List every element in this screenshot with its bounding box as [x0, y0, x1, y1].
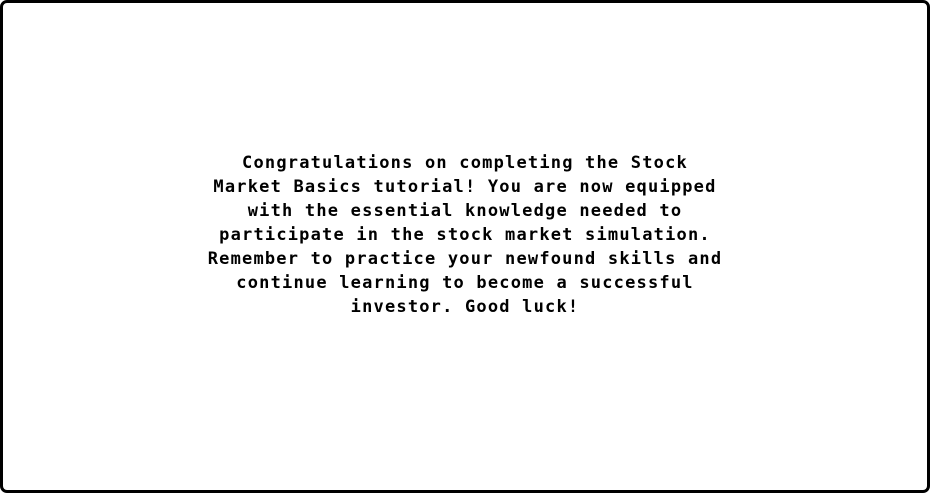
dialog-message: Congratulations on completing the Stock …	[207, 153, 723, 317]
tutorial-complete-dialog[interactable]: Congratulations on completing the Stock …	[0, 0, 930, 493]
